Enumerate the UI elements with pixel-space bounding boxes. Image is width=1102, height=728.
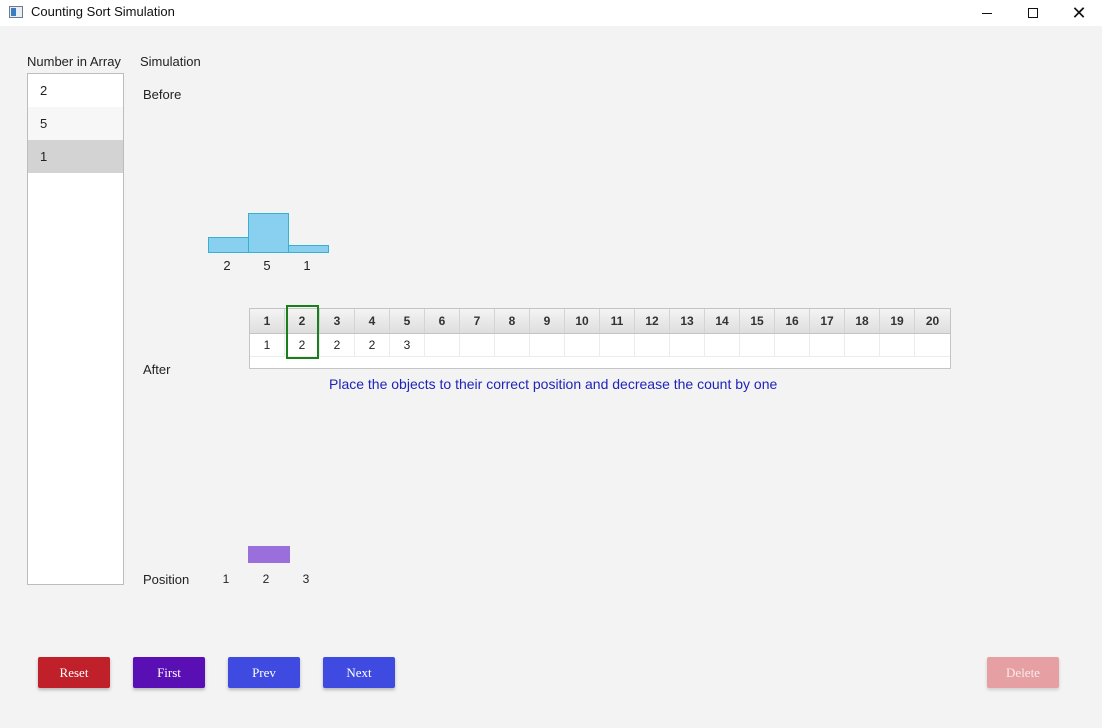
placed-object — [248, 546, 290, 563]
next-button[interactable]: Next — [323, 657, 395, 688]
count-value-cell — [425, 334, 460, 356]
histogram-label: 1 — [303, 258, 311, 273]
count-value-cell — [635, 334, 670, 356]
count-header-cell: 8 — [495, 309, 530, 333]
number-in-array-label: Number in Array — [27, 54, 121, 69]
simulation-label: Simulation — [140, 54, 201, 69]
window-title: Counting Sort Simulation — [31, 4, 175, 19]
minimize-icon[interactable] — [964, 0, 1010, 26]
after-label: After — [143, 362, 171, 377]
count-header-cell: 12 — [635, 309, 670, 333]
count-value-cell — [530, 334, 565, 356]
app-icon — [9, 6, 23, 18]
count-value-cell: 2 — [320, 334, 355, 356]
prev-button[interactable]: Prev — [228, 657, 300, 688]
position-number: 3 — [302, 572, 310, 586]
count-header-cell: 13 — [670, 309, 705, 333]
list-item[interactable]: 5 — [28, 107, 123, 140]
count-header-cell: 17 — [810, 309, 845, 333]
count-value-cell — [740, 334, 775, 356]
reset-button[interactable]: Reset — [38, 657, 110, 688]
histogram-label: 5 — [263, 258, 271, 273]
count-value-cell: 2 — [355, 334, 390, 356]
count-header-cell: 14 — [705, 309, 740, 333]
delete-button[interactable]: Delete — [987, 657, 1059, 688]
count-value-cell — [600, 334, 635, 356]
count-header-cell: 10 — [565, 309, 600, 333]
count-header-cell: 5 — [390, 309, 425, 333]
histogram-bar — [248, 213, 289, 253]
close-icon[interactable]: ✕ — [1056, 0, 1102, 26]
count-header-cell: 3 — [320, 309, 355, 333]
count-header-cell: 11 — [600, 309, 635, 333]
list-item[interactable]: 2 — [28, 74, 123, 107]
count-value-cell: 1 — [250, 334, 285, 356]
count-value-cell — [565, 334, 600, 356]
count-header-cell: 20 — [925, 314, 940, 328]
position-number: 1 — [222, 572, 230, 586]
count-value-cell — [915, 334, 950, 356]
list-item-selected[interactable]: 1 — [28, 140, 123, 173]
count-table-values: 12223 — [250, 334, 950, 357]
count-value-cell — [495, 334, 530, 356]
histogram-label: 2 — [223, 258, 231, 273]
count-value-cell — [845, 334, 880, 356]
count-value-cell — [810, 334, 845, 356]
position-number: 2 — [262, 572, 270, 586]
count-header-cell: 16 — [775, 309, 810, 333]
instruction-message: Place the objects to their correct posit… — [329, 376, 778, 392]
count-header-cell: 1 — [250, 309, 285, 333]
count-header-cell: 4 — [355, 309, 390, 333]
count-value-cell — [460, 334, 495, 356]
count-header-cell: 18 — [845, 309, 880, 333]
count-table-header: 1 2 3 4 5 6 7 8 9 10 11 12 13 14 15 16 17 18 19 20 — [250, 309, 950, 334]
count-header-cell: 7 — [460, 309, 495, 333]
before-label: Before — [143, 87, 182, 102]
current-index-highlight — [286, 305, 319, 359]
title-bar: Counting Sort Simulation ✕ — [0, 0, 1102, 26]
histogram-bar — [288, 245, 329, 253]
maximize-icon[interactable] — [1010, 0, 1056, 26]
count-header-cell: 19 — [880, 309, 915, 333]
position-label: Position — [143, 572, 190, 587]
count-header-cell: 6 — [425, 309, 460, 333]
count-value-cell — [670, 334, 705, 356]
count-table: 1 2 3 4 5 6 7 8 9 10 11 12 13 14 15 16 17 18 19 20 12223 — [249, 308, 951, 369]
number-list[interactable]: 2 5 1 — [27, 73, 124, 585]
count-header-cell: 9 — [530, 309, 565, 333]
histogram-bar — [208, 237, 249, 253]
count-value-cell — [880, 334, 915, 356]
count-value-cell — [705, 334, 740, 356]
count-value-cell — [775, 334, 810, 356]
count-header-cell: 15 — [740, 309, 775, 333]
first-button[interactable]: First — [133, 657, 205, 688]
count-value-cell: 3 — [390, 334, 425, 356]
